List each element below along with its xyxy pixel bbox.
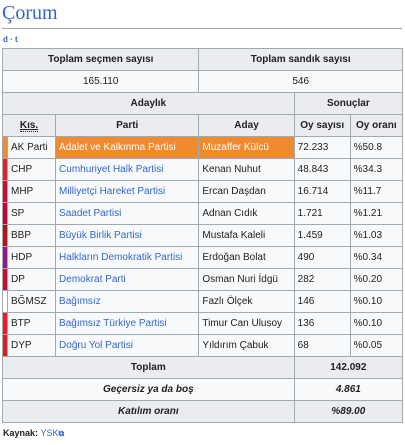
turnout-label: Katılım oranı: [2, 400, 295, 423]
vote-count: 146: [293, 290, 351, 313]
vote-share: %0.05: [349, 334, 404, 357]
candidacy-header: Adaylık: [2, 92, 295, 115]
result-row: BBP Büyük Birlik Partisi Mustafa Kaleli 1.4…: [2, 224, 404, 247]
party-abbr: CHP: [6, 158, 57, 181]
party-link[interactable]: Saadet Partisi: [59, 208, 121, 219]
ballot-label: Toplam sandık sayısı: [198, 48, 403, 71]
party-abbr: HDP: [6, 246, 57, 269]
result-row: CHP Cumhuriyet Halk Partisi Kenan Nuhut 48.…: [2, 158, 404, 181]
vote-share: %50.8: [349, 136, 404, 159]
result-row: MHP Milliyetçi Hareket Partisi Ercan Daşda…: [2, 180, 404, 203]
invalid-label: Geçersiz ya da boş: [2, 378, 295, 401]
vote-count: 1.721: [293, 202, 351, 225]
voters-label: Toplam seçmen sayısı: [1, 48, 200, 71]
vote-share: %0.10: [349, 312, 404, 335]
candidate-name: Timur Can Ulusoy: [198, 312, 295, 335]
party-link[interactable]: Bağımsız: [59, 296, 101, 307]
party-link[interactable]: Halkların Demokratik Partisi: [59, 252, 182, 263]
party-abbr: DYP: [6, 334, 57, 357]
vote-count: 68: [293, 334, 351, 357]
total-row: Toplam 142.092: [2, 356, 404, 379]
party-link[interactable]: Cumhuriyet Halk Partisi: [59, 164, 163, 175]
candidate-name: Muzaffer Külcü: [198, 136, 295, 159]
result-row: HDP Halkların Demokratik Partisi Erdoğan B…: [2, 246, 404, 269]
total-label: Toplam: [2, 356, 295, 379]
result-row: BĞMSZ Bağımsız Fazlı Ölçek 146 %0.10: [2, 290, 404, 313]
party-name-cell: Demokrat Parti: [55, 268, 200, 291]
result-row: DP Demokrat Parti Osman Nuri İdgü 282 %0.20: [2, 268, 404, 291]
results-header: Sonuçlar: [293, 92, 404, 115]
invalid-row: Geçersiz ya da boş 4.861: [2, 378, 404, 401]
total-value: 142.092: [293, 356, 404, 379]
vote-count: 1.459: [293, 224, 351, 247]
vote-count: 16.714: [293, 180, 351, 203]
share-header: Oy oranı: [349, 114, 404, 137]
candidate-name: Ercan Daşdan: [198, 180, 295, 203]
vote-count: 282: [293, 268, 351, 291]
external-link-icon: ⧉: [58, 429, 65, 438]
vote-share: %1.03: [349, 224, 404, 247]
party-name-cell: Saadet Partisi: [55, 202, 200, 225]
party-abbr: BTP: [6, 312, 57, 335]
turnout-value: %89.00: [293, 400, 404, 423]
candidate-header: Aday: [198, 114, 295, 137]
party-name-cell: Bağımsız Türkiye Partisi: [55, 312, 200, 335]
result-row: DYP Doğru Yol Partisi Yıldırım Çabuk 68 %0.0…: [2, 334, 404, 357]
candidate-name: Adnan Cıdık: [198, 202, 295, 225]
vote-count: 136: [293, 312, 351, 335]
result-row: SP Saadet Partisi Adnan Cıdık 1.721 %1.21: [2, 202, 404, 225]
vote-share: %0.34: [349, 246, 404, 269]
party-link[interactable]: Adalet ve Kalkınma Partisi: [59, 142, 176, 153]
candidate-name: Fazlı Ölçek: [198, 290, 295, 313]
vote-share: %0.20: [349, 268, 404, 291]
party-header: Parti: [55, 114, 200, 137]
voters-value: 165.110: [1, 70, 200, 93]
vote-share: %11.7: [349, 180, 404, 203]
party-link[interactable]: Bağımsız Türkiye Partisi: [59, 318, 167, 329]
party-link[interactable]: Doğru Yol Partisi: [59, 340, 133, 351]
party-name-cell: Bağımsız: [55, 290, 200, 313]
party-name-cell: Adalet ve Kalkınma Partisi: [55, 136, 200, 159]
party-abbr: MHP: [6, 180, 57, 203]
party-link[interactable]: Milliyetçi Hareket Partisi: [59, 186, 165, 197]
party-abbr: BBP: [6, 224, 57, 247]
party-abbr: SP: [6, 202, 57, 225]
result-row: AK Parti Adalet ve Kalkınma Partisi Muzaff…: [2, 136, 404, 159]
party-abbr: DP: [6, 268, 57, 291]
turnout-row: Katılım oranı %89.00: [2, 400, 404, 423]
page-title: Çorum: [2, 2, 402, 29]
ballot-value: 546: [198, 70, 403, 93]
source-note: Kaynak: YSK⧉: [3, 428, 64, 439]
candidate-name: Mustafa Kaleli: [198, 224, 295, 247]
vote-count: 490: [293, 246, 351, 269]
candidate-name: Osman Nuri İdgü: [198, 268, 295, 291]
party-name-cell: Halkların Demokratik Partisi: [55, 246, 200, 269]
vote-share: %0.10: [349, 290, 404, 313]
candidate-name: Kenan Nuhut: [198, 158, 295, 181]
party-link[interactable]: Demokrat Parti: [59, 274, 126, 285]
result-row: BTP Bağımsız Türkiye Partisi Timur Can Ulu…: [2, 312, 404, 335]
navbox-links[interactable]: d · t: [3, 35, 18, 44]
vote-share: %34.3: [349, 158, 404, 181]
party-abbr: AK Parti: [6, 136, 57, 159]
party-name-cell: Milliyetçi Hareket Partisi: [55, 180, 200, 203]
candidate-name: Erdoğan Bolat: [198, 246, 295, 269]
vote-share: %1.21: [349, 202, 404, 225]
candidate-name: Yıldırım Çabuk: [198, 334, 295, 357]
abbr-header: Kıs.: [1, 114, 57, 137]
vote-count: 72.233: [293, 136, 351, 159]
source-label: Kaynak:: [3, 428, 39, 438]
election-results-table: Toplam seçmen sayısı Toplam sandık sayıs…: [1, 48, 404, 423]
vote-count: 48.843: [293, 158, 351, 181]
party-name-cell: Doğru Yol Partisi: [55, 334, 200, 357]
source-link[interactable]: YSK: [41, 428, 59, 438]
invalid-value: 4.861: [293, 378, 404, 401]
party-name-cell: Büyük Birlik Partisi: [55, 224, 200, 247]
party-abbr: BĞMSZ: [6, 290, 57, 313]
party-name-cell: Cumhuriyet Halk Partisi: [55, 158, 200, 181]
party-link[interactable]: Büyük Birlik Partisi: [59, 230, 142, 241]
votes-header: Oy sayısı: [293, 114, 351, 137]
